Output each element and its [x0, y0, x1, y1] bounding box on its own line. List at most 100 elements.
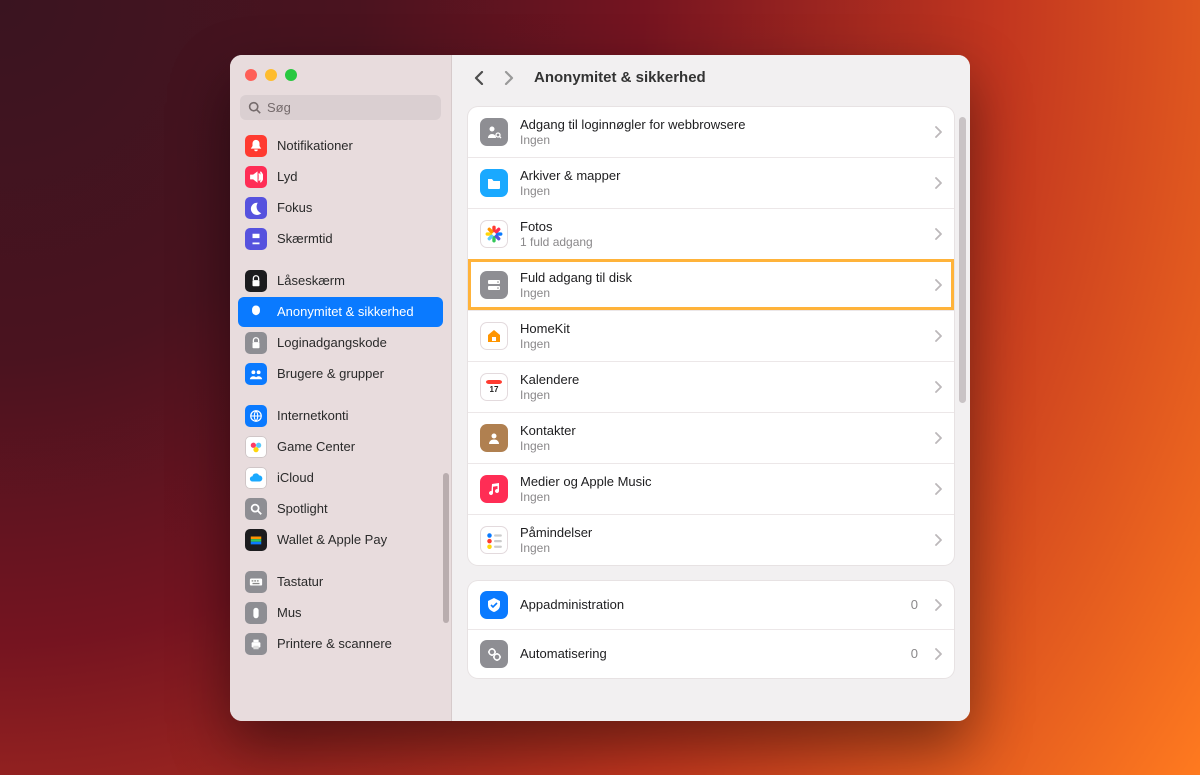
mouse-icon	[245, 602, 267, 624]
sidebar-item-label: Anonymitet & sikkerhed	[277, 304, 414, 319]
sidebar-item-label: Brugere & grupper	[277, 366, 384, 381]
row-homekit[interactable]: HomeKitIngen	[468, 310, 954, 361]
row-subtitle: Ingen	[520, 337, 922, 351]
contacts-icon	[480, 424, 508, 452]
sidebar-item-keyboard[interactable]: Tastatur	[238, 567, 443, 597]
content-scrollbar[interactable]	[959, 117, 966, 403]
chevron-right-icon	[934, 648, 942, 660]
row-appmgmt[interactable]: Appadministration0	[468, 581, 954, 629]
chevron-right-icon	[934, 432, 942, 444]
row-title: Fuld adgang til disk	[520, 270, 922, 285]
sidebar-item-printers[interactable]: Printere & scannere	[238, 629, 443, 659]
minimize-window-button[interactable]	[265, 69, 277, 81]
back-button[interactable]	[470, 69, 488, 87]
icloud-icon	[245, 467, 267, 489]
row-webkeys[interactable]: Adgang til loginnøgler for webbrowsereIn…	[468, 107, 954, 157]
row-reminders[interactable]: PåmindelserIngen	[468, 514, 954, 565]
screentime-icon	[245, 228, 267, 250]
sidebar-item-label: Tastatur	[277, 574, 323, 589]
appmgmt-icon	[480, 591, 508, 619]
chevron-right-icon	[934, 228, 942, 240]
sidebar-item-sound[interactable]: Lyd	[238, 162, 443, 192]
loginpwd-icon	[245, 332, 267, 354]
wallet-icon	[245, 529, 267, 551]
row-title: Appadministration	[520, 597, 624, 612]
row-subtitle: Ingen	[520, 133, 922, 147]
row-title: Arkiver & mapper	[520, 168, 922, 183]
chevron-right-icon	[934, 330, 942, 342]
sidebar-item-label: Game Center	[277, 439, 355, 454]
toolbar: Anonymitet & sikkerhed	[452, 55, 970, 101]
printers-icon	[245, 633, 267, 655]
sidebar-item-internetacc[interactable]: Internetkonti	[238, 401, 443, 431]
row-title: Påmindelser	[520, 525, 922, 540]
row-fulldisk[interactable]: Fuld adgang til diskIngen	[468, 259, 954, 310]
row-subtitle: Ingen	[520, 388, 922, 402]
sidebar-item-users[interactable]: Brugere & grupper	[238, 359, 443, 389]
chevron-right-icon	[934, 483, 942, 495]
notifications-icon	[245, 135, 267, 157]
sidebar-item-wallet[interactable]: Wallet & Apple Pay	[238, 525, 443, 555]
row-filesfolders[interactable]: Arkiver & mapperIngen	[468, 157, 954, 208]
row-contacts[interactable]: KontakterIngen	[468, 412, 954, 463]
gamecenter-icon	[245, 436, 267, 458]
row-subtitle: 1 fuld adgang	[520, 235, 922, 249]
sidebar-item-screentime[interactable]: Skærmtid	[238, 224, 443, 254]
row-title: Fotos	[520, 219, 922, 234]
sidebar-item-label: Printere & scannere	[277, 636, 392, 651]
row-media[interactable]: Medier og Apple MusicIngen	[468, 463, 954, 514]
row-photos[interactable]: Fotos1 fuld adgang	[468, 208, 954, 259]
search-icon	[248, 101, 261, 114]
sidebar-item-mouse[interactable]: Mus	[238, 598, 443, 628]
zoom-window-button[interactable]	[285, 69, 297, 81]
sidebar-item-label: Wallet & Apple Pay	[277, 532, 387, 547]
automation-icon	[480, 640, 508, 668]
row-automation[interactable]: Automatisering0	[468, 629, 954, 678]
search-input[interactable]: Søg	[240, 95, 441, 120]
sidebar-item-label: Spotlight	[277, 501, 328, 516]
sidebar-item-lockscreen[interactable]: Låseskærm	[238, 266, 443, 296]
sidebar-item-label: Skærmtid	[277, 231, 333, 246]
row-subtitle: Ingen	[520, 541, 922, 555]
sidebar-item-label: Mus	[277, 605, 302, 620]
page-title: Anonymitet & sikkerhed	[534, 69, 706, 86]
chevron-right-icon	[934, 126, 942, 138]
close-window-button[interactable]	[245, 69, 257, 81]
chevron-right-icon	[934, 534, 942, 546]
row-subtitle: Ingen	[520, 490, 922, 504]
settings-group: Adgang til loginnøgler for webbrowsereIn…	[468, 107, 954, 565]
sidebar-item-notifications[interactable]: Notifikationer	[238, 131, 443, 161]
row-title: Kontakter	[520, 423, 922, 438]
homekit-icon	[480, 322, 508, 350]
sidebar-item-icloud[interactable]: iCloud	[238, 463, 443, 493]
forward-button[interactable]	[500, 69, 518, 87]
sidebar-item-gamecenter[interactable]: Game Center	[238, 432, 443, 462]
privacy-icon	[245, 301, 267, 323]
row-subtitle: Ingen	[520, 286, 922, 300]
row-title: HomeKit	[520, 321, 922, 336]
row-title: Kalendere	[520, 372, 922, 387]
row-title: Medier og Apple Music	[520, 474, 922, 489]
sidebar-item-privacy[interactable]: Anonymitet & sikkerhed	[238, 297, 443, 327]
sidebar-item-spotlight[interactable]: Spotlight	[238, 494, 443, 524]
focus-icon	[245, 197, 267, 219]
row-subtitle: Ingen	[520, 184, 922, 198]
chevron-right-icon	[934, 279, 942, 291]
filesfolders-icon	[480, 169, 508, 197]
sidebar-item-label: iCloud	[277, 470, 314, 485]
sidebar-item-label: Internetkonti	[277, 408, 349, 423]
internetacc-icon	[245, 405, 267, 427]
sidebar-item-label: Lyd	[277, 169, 297, 184]
calendars-icon: 17	[480, 373, 508, 401]
sidebar-item-loginpwd[interactable]: Loginadgangskode	[238, 328, 443, 358]
sound-icon	[245, 166, 267, 188]
content-scroll: Adgang til loginnøgler for webbrowsereIn…	[452, 101, 970, 721]
sidebar-item-focus[interactable]: Fokus	[238, 193, 443, 223]
users-icon	[245, 363, 267, 385]
chevron-right-icon	[934, 599, 942, 611]
sidebar-item-label: Fokus	[277, 200, 312, 215]
svg-text:17: 17	[490, 385, 499, 394]
row-calendars[interactable]: 17 KalendereIngen	[468, 361, 954, 412]
chevron-right-icon	[934, 381, 942, 393]
sidebar-scrollbar[interactable]	[443, 473, 449, 623]
